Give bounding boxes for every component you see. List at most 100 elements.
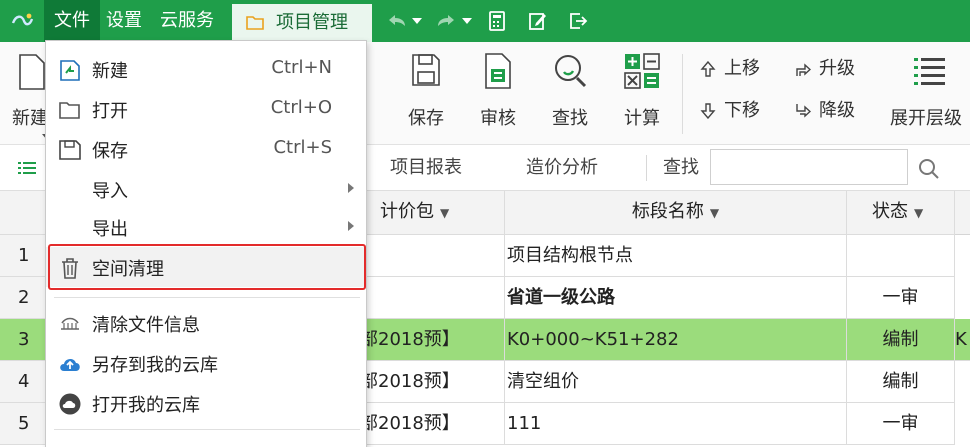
menu-open-shortcut: Ctrl+O	[270, 97, 332, 118]
ribbon-separator	[682, 54, 683, 134]
menu-item-save[interactable]: 保存 Ctrl+S	[46, 129, 366, 169]
sort-caret-icon[interactable]: ▼	[440, 206, 449, 220]
cell-name[interactable]: 省道一级公路	[505, 277, 847, 319]
list-levels-icon	[914, 58, 945, 85]
audit-button[interactable]: 审核	[470, 52, 526, 142]
menu-separator	[54, 429, 360, 430]
downgrade-button[interactable]: 降级	[795, 98, 875, 124]
menu-item-import[interactable]: 导入	[46, 169, 366, 209]
menu-export-label: 导出	[92, 219, 128, 240]
search-input[interactable]	[710, 149, 908, 185]
search-icon[interactable]	[918, 158, 940, 180]
expand-level-button[interactable]: 展开层级	[890, 52, 970, 142]
menu-separator	[54, 297, 360, 298]
redo-icon[interactable]	[434, 11, 458, 31]
tab-separator	[646, 155, 647, 181]
cloud-icon	[59, 393, 81, 415]
menu-item-open[interactable]: 打开 Ctrl+O	[46, 89, 366, 129]
menu-open-label: 打开	[92, 101, 128, 122]
save-icon	[412, 54, 440, 86]
new-file-icon	[60, 60, 80, 81]
row-number: 4	[0, 361, 46, 403]
cloud-upload-icon	[60, 358, 80, 371]
save-button[interactable]: 保存	[398, 52, 454, 142]
calc-label: 计算	[624, 108, 660, 129]
project-tab-label: 项目管理	[276, 12, 348, 33]
move-down-label: 下移	[724, 100, 760, 121]
app-window: { "menubar": { "items": [ {"label": "文件"…	[0, 0, 970, 447]
menu-save-label: 保存	[92, 141, 128, 162]
header-status-label: 状态	[872, 201, 908, 222]
cell-pkg[interactable]	[360, 235, 505, 277]
menu-import-label: 导入	[92, 181, 128, 202]
header-name[interactable]: 标段名称 ▼	[505, 191, 847, 235]
move-up-label: 上移	[724, 58, 760, 79]
tab-project-management[interactable]: 项目管理	[232, 4, 372, 42]
header-corner	[0, 191, 46, 235]
upgrade-button[interactable]: 升级	[795, 56, 875, 82]
sort-caret-icon[interactable]: ▼	[710, 206, 719, 220]
move-up-button[interactable]: 上移	[700, 56, 780, 82]
folder-open-icon	[59, 102, 80, 119]
cell-name[interactable]: K0+000~K51+282	[505, 319, 847, 361]
app-logo-icon	[11, 13, 34, 26]
menu-save-shortcut: Ctrl+S	[273, 137, 332, 158]
upgrade-icon	[796, 63, 811, 76]
menu-open-cloud-label: 打开我的云库	[92, 395, 200, 416]
menu-item-export[interactable]: 导出	[46, 207, 366, 247]
cell-name[interactable]: 111	[505, 403, 847, 445]
menu-item-clear-file-info[interactable]: 清除文件信息	[46, 303, 366, 343]
edit-icon[interactable]	[528, 11, 548, 31]
redo-dropdown-icon[interactable]	[462, 18, 472, 26]
menu-item-new[interactable]: 新建 Ctrl+N	[46, 49, 366, 89]
header-pkg-label: 计价包	[380, 201, 434, 222]
menu-bar: 文件 设置 云服务 项目管理	[0, 0, 970, 42]
arrow-down-icon	[700, 103, 716, 119]
find-label: 查找	[552, 108, 588, 129]
audit-document-icon	[485, 53, 511, 89]
undo-dropdown-icon[interactable]	[412, 18, 422, 26]
row-number: 5	[0, 403, 46, 445]
tab-cost-analysis[interactable]: 造价分析	[526, 145, 598, 191]
cell-status[interactable]: 一审	[847, 277, 955, 319]
menu-settings[interactable]: 设置	[106, 0, 142, 42]
cell-extra[interactable]: K	[955, 319, 970, 361]
row-number: 3	[0, 319, 46, 361]
calculate-icon	[624, 53, 660, 89]
menu-file[interactable]: 文件	[44, 0, 100, 42]
downgrade-icon	[796, 104, 811, 118]
eraser-icon	[61, 317, 79, 330]
save-icon	[59, 140, 81, 160]
cell-pkg[interactable]: 部2018预】	[360, 403, 505, 445]
cell-pkg[interactable]: 部2018预】	[360, 319, 505, 361]
menu-item-save-to-cloud[interactable]: 另存到我的云库	[46, 343, 366, 383]
downgrade-label: 降级	[819, 100, 855, 121]
menu-cloud-service[interactable]: 云服务	[160, 0, 214, 42]
cell-name[interactable]: 项目结构根节点	[505, 235, 847, 277]
list-icon[interactable]	[18, 161, 36, 175]
audit-label: 审核	[480, 108, 516, 129]
cell-pkg[interactable]: 部2018预】	[360, 361, 505, 403]
upgrade-label: 升级	[819, 58, 855, 79]
cell-status[interactable]	[847, 235, 955, 277]
menu-item-open-cloud[interactable]: 打开我的云库	[46, 383, 366, 423]
tab-project-report[interactable]: 项目报表	[390, 145, 462, 191]
header-status[interactable]: 状态 ▼	[847, 191, 955, 235]
header-name-label: 标段名称	[631, 201, 704, 222]
cell-name[interactable]: 清空组价	[505, 361, 847, 403]
arrow-up-icon	[700, 61, 716, 77]
exit-icon[interactable]	[568, 11, 588, 31]
calc-button[interactable]: 计算	[614, 52, 670, 142]
move-down-button[interactable]: 下移	[700, 98, 780, 124]
cell-status[interactable]: 编制	[847, 319, 955, 361]
submenu-arrow-icon	[348, 183, 354, 193]
undo-icon[interactable]	[385, 11, 409, 31]
cell-status[interactable]: 编制	[847, 361, 955, 403]
menu-new-shortcut: Ctrl+N	[271, 57, 332, 78]
header-pkg[interactable]: 计价包 ▼	[360, 191, 505, 235]
cell-status[interactable]: 一审	[847, 403, 955, 445]
calculator-icon[interactable]	[488, 11, 506, 31]
find-button[interactable]: 查找	[542, 52, 598, 142]
sort-caret-icon[interactable]: ▼	[914, 206, 923, 220]
cell-pkg[interactable]	[360, 277, 505, 319]
